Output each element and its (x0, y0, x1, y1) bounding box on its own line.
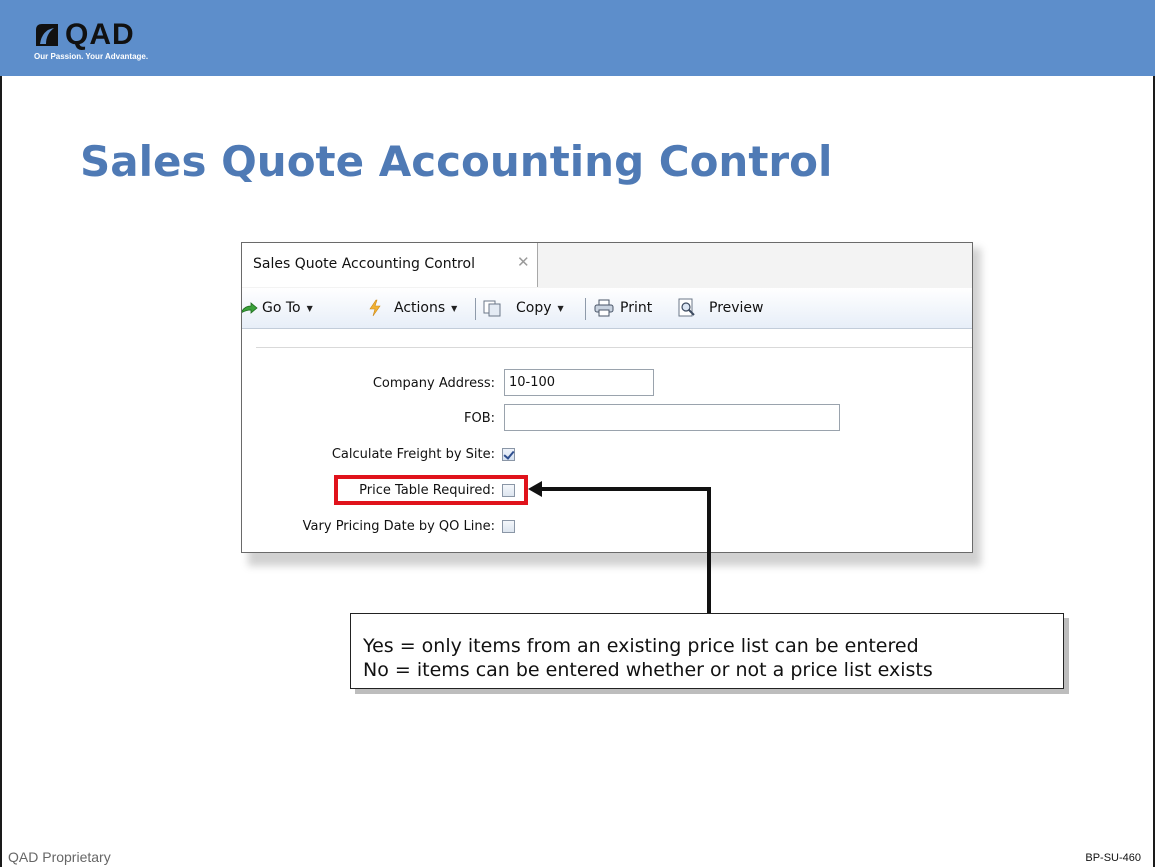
fob-label: FOB: (463, 411, 495, 426)
company-address-label: Company Address: (372, 376, 495, 391)
toolbar-separator (475, 298, 476, 320)
copy-icon (483, 300, 501, 317)
footer-slide-code: BP-SU-460 (1085, 852, 1141, 864)
footer-proprietary: QAD Proprietary (8, 849, 111, 865)
tab-label: Sales Quote Accounting Control (253, 256, 475, 272)
preview-button[interactable]: Preview (677, 288, 764, 328)
actions-lightning-icon (369, 299, 381, 317)
logo-wordmark: QAD (65, 18, 135, 51)
toolbar-separator (585, 298, 586, 320)
preview-label: Preview (709, 300, 764, 316)
goto-menu-button[interactable]: Go To ▼ (242, 288, 313, 328)
logo-tagline: Our Passion. Your Advantage. (34, 52, 149, 61)
copy-chevron-down-icon: ▼ (557, 303, 564, 313)
goto-arrow-icon (242, 302, 258, 314)
printer-icon (594, 299, 614, 317)
calculate-freight-label: Calculate Freight by Site: (331, 447, 495, 462)
tab-strip: Sales Quote Accounting Control ✕ (242, 243, 972, 289)
calculate-freight-checkbox[interactable] (502, 448, 515, 461)
callout-line-yes: Yes = only items from an existing price … (363, 635, 919, 657)
actions-chevron-down-icon: ▼ (451, 303, 458, 313)
goto-chevron-down-icon: ▼ (306, 303, 313, 313)
app-window: Sales Quote Accounting Control ✕ Go To ▼… (241, 242, 973, 553)
actions-label: Actions (394, 300, 446, 316)
fob-input[interactable] (504, 404, 840, 431)
tab-sales-quote-accounting-control[interactable]: Sales Quote Accounting Control ✕ (242, 243, 538, 287)
vary-pricing-date-checkbox[interactable] (502, 520, 515, 533)
slide-title: Sales Quote Accounting Control (80, 137, 833, 186)
print-label: Print (620, 300, 653, 316)
explanation-callout: Yes = only items from an existing price … (350, 613, 1064, 689)
goto-label: Go To (262, 300, 301, 316)
copy-menu-button[interactable]: Copy ▼ (483, 288, 564, 328)
copy-label: Copy (516, 300, 552, 316)
preview-icon (678, 298, 695, 317)
actions-menu-button[interactable]: Actions ▼ (368, 288, 457, 328)
tab-close-icon[interactable]: ✕ (517, 254, 530, 271)
price-table-highlight-box (334, 475, 528, 505)
form-divider (256, 347, 972, 348)
toolbar: Go To ▼ Actions ▼ Copy ▼ Print Preview (242, 288, 972, 329)
callout-line-no: No = items can be entered whether or not… (363, 659, 933, 681)
company-address-input[interactable] (504, 369, 654, 396)
print-button[interactable]: Print (594, 288, 652, 328)
qad-logo-mark-icon (36, 24, 58, 46)
header-band: QAD Our Passion. Your Advantage. (0, 0, 1155, 76)
vary-pricing-date-label: Vary Pricing Date by QO Line: (302, 519, 495, 534)
